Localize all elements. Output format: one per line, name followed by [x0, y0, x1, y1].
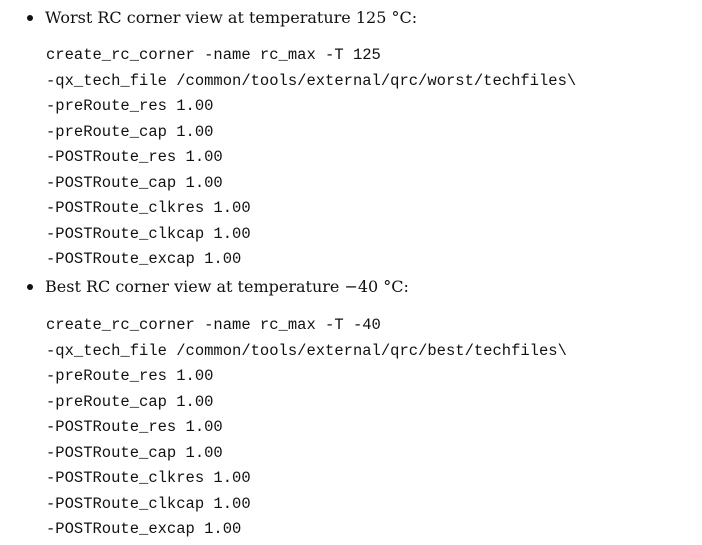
- code-line: -preRoute_res 1.00: [46, 367, 214, 385]
- code-line: -POSTRoute_cap 1.00: [46, 443, 223, 462]
- code-line: -preRoute_cap 1.00: [46, 392, 214, 411]
- code-line: -POSTRoute_excap 1.00: [46, 520, 242, 538]
- section-heading: Worst RC corner view at temperature 125 …: [45, 8, 418, 27]
- code-line: -POSTRoute_clkcap 1.00: [46, 494, 251, 513]
- section-heading: Best RC corner view at temperature −40 °…: [45, 277, 409, 296]
- code-line: -qx_tech_file /common/tools/external/qrc…: [46, 71, 577, 90]
- code-line: -qx_tech_file /common/tools/external/qrc…: [46, 341, 567, 360]
- bullet-icon: [27, 15, 33, 21]
- code-line: -POSTRoute_clkcap 1.00: [46, 224, 251, 243]
- code-line: -POSTRoute_excap 1.00: [46, 250, 242, 268]
- code-line: -preRoute_res 1.00: [46, 97, 214, 115]
- bullet-icon: [27, 284, 33, 290]
- code-line: -POSTRoute_res 1.00: [46, 148, 223, 166]
- document-body: Worst RC corner view at temperature 125 …: [0, 0, 702, 545]
- code-line: -POSTRoute_clkres 1.00: [46, 199, 251, 217]
- code-line: -POSTRoute_cap 1.00: [46, 173, 223, 192]
- code-line: -POSTRoute_clkres 1.00: [46, 469, 251, 487]
- code-line: -preRoute_cap 1.00: [46, 122, 214, 141]
- code-line: create_rc_corner -name rc_max -T -40: [46, 316, 381, 334]
- code-line: create_rc_corner -name rc_max -T 125: [46, 46, 381, 64]
- code-line: -POSTRoute_res 1.00: [46, 418, 223, 436]
- code-block-worst-rc: create_rc_corner -name rc_max -T 125 -qx_…: [46, 43, 576, 273]
- code-block-best-rc: create_rc_corner -name rc_max -T -40 -qx_…: [46, 313, 567, 543]
